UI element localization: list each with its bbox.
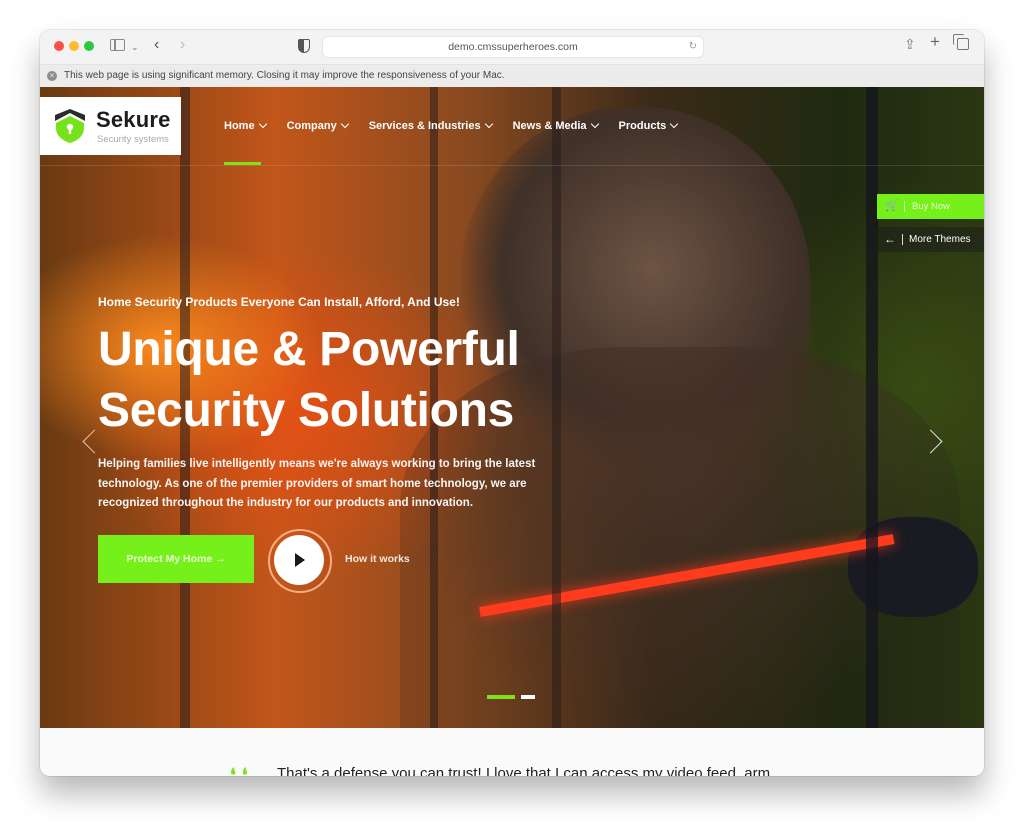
memory-warning-bar: × This web page is using significant mem…	[40, 65, 984, 87]
main-nav: Home Company Services & Industries News …	[224, 119, 698, 132]
reload-icon[interactable]: ↻	[689, 37, 697, 57]
hero-image-bar	[552, 87, 561, 728]
testimonial-section: ❛❛ That's a defense you can trust! I lov…	[40, 728, 984, 776]
quote-icon: ❛❛	[230, 765, 254, 776]
nav-label: Services & Industries	[368, 120, 481, 132]
forward-button[interactable]: ›	[180, 37, 185, 53]
nav-label: News & Media	[512, 120, 587, 132]
sidebar-icon[interactable]	[110, 39, 125, 51]
headline-line-1: Unique & Powerful	[98, 323, 520, 376]
nav-label: Products	[618, 120, 667, 132]
nav-item-news-media[interactable]: News & Media	[512, 119, 599, 132]
nav-divider	[40, 165, 984, 166]
chevron-down-icon	[258, 119, 267, 129]
share-icon[interactable]: ⇪	[904, 37, 916, 51]
tabs-overview-icon[interactable]	[953, 34, 969, 50]
close-window-button[interactable]	[54, 41, 64, 51]
close-circle-icon[interactable]: ×	[47, 71, 57, 81]
logo-tagline: Security systems	[97, 134, 169, 145]
nav-item-services-industries[interactable]: Services & Industries	[368, 119, 493, 132]
nav-label: Company	[286, 120, 337, 132]
slide-dot-1[interactable]	[487, 695, 515, 699]
divider	[902, 234, 903, 245]
new-tab-button[interactable]: +	[930, 33, 940, 50]
divider	[904, 201, 905, 212]
browser-window: ⌄ ‹ › demo.cmssuperheroes.com ↻ ⇪ + × Th…	[40, 30, 984, 776]
nav-label: Home	[224, 120, 255, 132]
play-icon[interactable]	[274, 535, 324, 585]
slide-dot-2[interactable]	[521, 695, 535, 699]
hero-image-bar	[866, 87, 878, 728]
arrow-left-icon: ←	[884, 232, 896, 246]
browser-toolbar: ⌄ ‹ › demo.cmssuperheroes.com ↻ ⇪ +	[40, 30, 984, 65]
hero-eyebrow: Home Security Products Everyone Can Inst…	[98, 295, 460, 309]
memory-warning-text: This web page is using significant memor…	[64, 70, 505, 81]
chevron-down-icon	[340, 119, 349, 129]
logo-name: Sekure	[96, 107, 171, 132]
hero-headline: Unique & Powerful Security Solutions	[98, 319, 520, 441]
nav-item-home[interactable]: Home	[224, 119, 267, 132]
shield-lock-icon	[55, 109, 85, 143]
buy-now-label: Buy Now	[912, 201, 951, 212]
nav-item-company[interactable]: Company	[286, 119, 349, 132]
nav-item-products[interactable]: Products	[618, 119, 679, 132]
how-it-works-link[interactable]: How it works	[345, 553, 410, 565]
testimonial-text: That's a defense you can trust! I love t…	[277, 765, 771, 776]
hero-description: Helping families live intelligently mean…	[98, 458, 536, 509]
hero-slider: Sekure Security systems Home Company Ser…	[40, 87, 984, 728]
buy-now-button[interactable]: 🛒 Buy Now	[877, 194, 984, 219]
minimize-window-button[interactable]	[69, 41, 79, 51]
chevron-down-icon	[590, 119, 599, 129]
chevron-down-icon	[484, 119, 493, 129]
chevron-down-icon	[669, 119, 679, 129]
slider-pagination	[487, 695, 535, 699]
address-bar[interactable]: demo.cmssuperheroes.com ↻	[322, 36, 704, 58]
url-text: demo.cmssuperheroes.com	[448, 41, 578, 53]
protect-my-home-button[interactable]: Protect My Home →	[98, 535, 254, 583]
site-logo[interactable]: Sekure Security systems	[40, 97, 181, 155]
fullscreen-window-button[interactable]	[84, 41, 94, 51]
chevron-down-icon[interactable]: ⌄	[131, 40, 139, 54]
shield-icon[interactable]	[298, 39, 310, 53]
cart-icon: 🛒	[885, 200, 899, 212]
more-themes-label: More Themes	[909, 234, 971, 245]
back-button[interactable]: ‹	[154, 37, 159, 53]
more-themes-button[interactable]: ← More Themes	[877, 227, 984, 252]
headline-line-2: Security Solutions	[98, 384, 515, 437]
